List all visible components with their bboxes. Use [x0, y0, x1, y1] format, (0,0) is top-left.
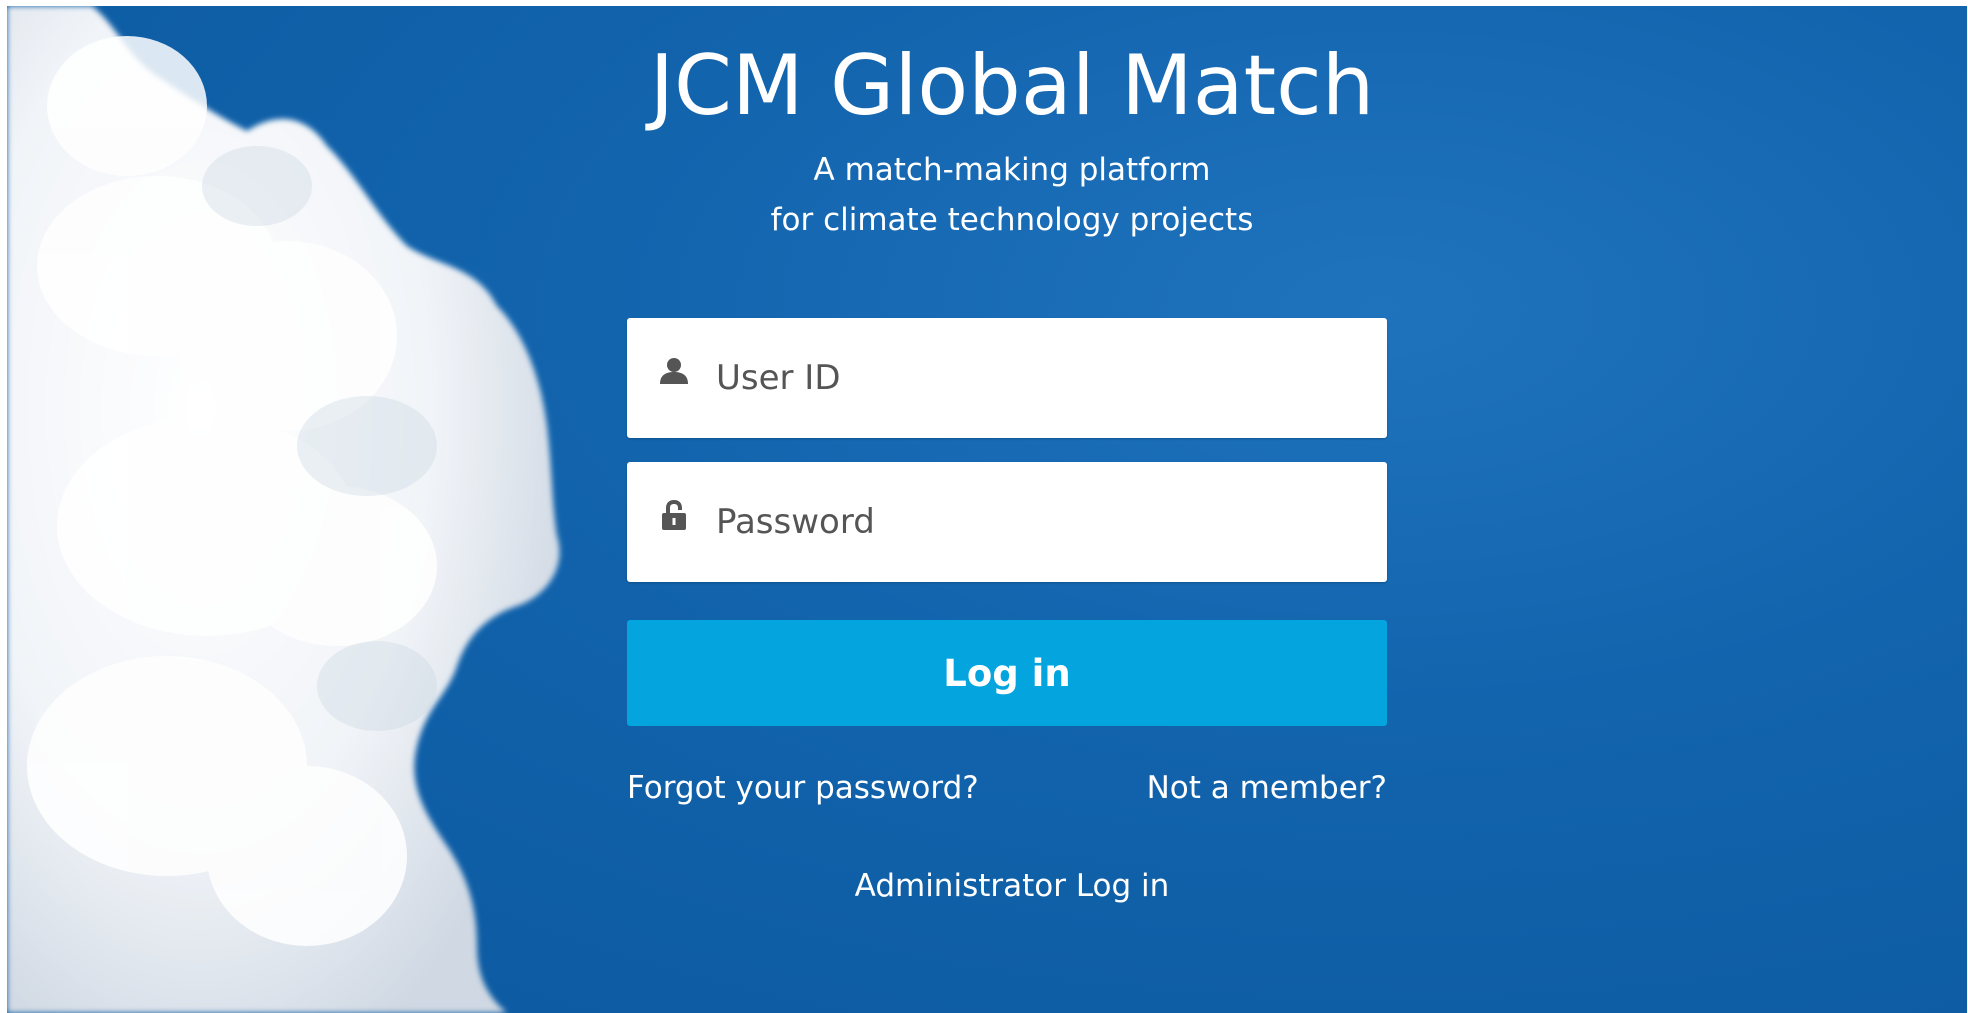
not-a-member-link[interactable]: Not a member? [1147, 768, 1387, 808]
password-input[interactable] [716, 486, 1356, 558]
login-page: JCM Global Match A match-making platform… [7, 6, 1967, 1013]
subtitle-line-2: for climate technology projects [770, 202, 1254, 238]
lock-icon [662, 500, 686, 530]
administrator-login-link[interactable]: Administrator Log in [597, 866, 1427, 906]
forgot-password-link[interactable]: Forgot your password? [627, 768, 979, 808]
login-button[interactable]: Log in [627, 620, 1387, 726]
user-icon [660, 358, 688, 384]
cloud-image [7, 6, 560, 1013]
password-field[interactable] [627, 462, 1387, 582]
subtitle-line-1: A match-making platform [813, 152, 1211, 188]
user-id-field[interactable] [627, 318, 1387, 438]
page-title: JCM Global Match [649, 37, 1375, 134]
user-id-input[interactable] [716, 342, 1356, 414]
